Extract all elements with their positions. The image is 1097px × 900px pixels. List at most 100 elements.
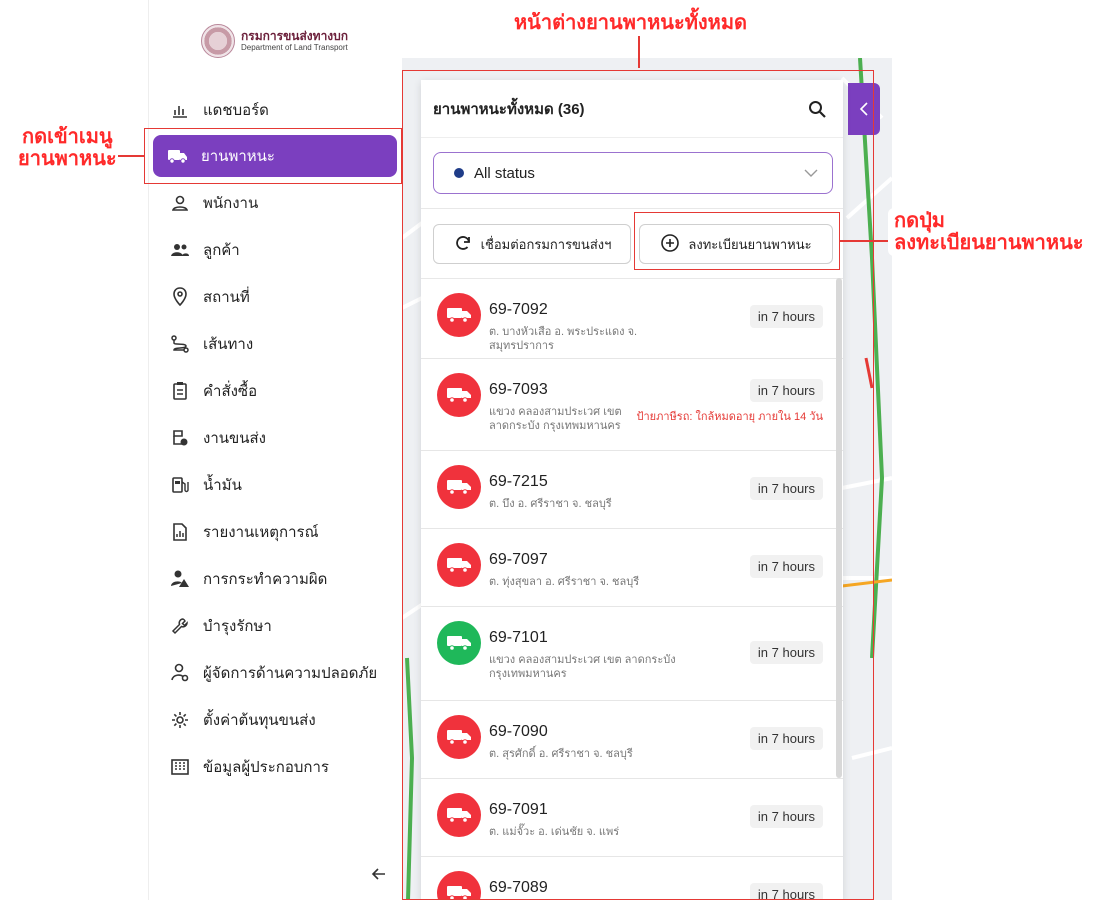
sync-dlt-label: เชื่อมต่อกรมการขนส่งฯ [480,236,612,252]
plus-circle-icon [660,233,680,256]
sidebar-item-label: ลูกค้า [203,241,240,259]
refresh-icon [453,233,473,256]
panel-title: ยานพาหนะทั้งหมด (36) [433,100,585,118]
collapse-sidebar-arrow-icon[interactable] [369,864,389,884]
sidebar-item-customers[interactable]: ลูกค้า [149,226,403,273]
vehicle-address: ต. ทุ่งสุขลา อ. ศรีราชา จ. ชลบุรี [489,576,640,588]
sidebar-item-shipping-cost-settings[interactable]: ตั้งค่าต้นทุนขนส่ง [149,696,403,743]
sidebar-item-safety-manager[interactable]: ผู้จัดการด้านความปลอดภัย [149,649,403,696]
vehicle-row[interactable]: 69-7093 แขวง คลองสามประเวศ เขต ลาดกระบัง … [421,359,843,451]
vehicle-row[interactable]: 69-7097 ต. ทุ่งสุขลา อ. ศรีราชา จ. ชลบุรี… [421,529,843,607]
wrench-icon [169,615,191,637]
sidebar-item-label: ตั้งค่าต้นทุนขนส่ง [203,711,316,729]
user-icon [169,192,191,214]
sidebar-item-label: ยานพาหนะ [201,148,275,165]
sidebar-item-places[interactable]: สถานที่ [149,273,403,320]
vehicle-address: แขวง คลองสามประเวศ เขต ลาดกระบัง กรุงเทพ… [489,654,676,680]
dlt-seal-icon [201,24,235,58]
logo-thai-text: กรมการขนส่งทางบก [241,29,349,43]
vehicles-panel: ยานพาหนะทั้งหมด (36) All status เชื่อมต่… [421,80,843,900]
sidebar-item-orders[interactable]: คำสั่งซื้อ [149,367,403,414]
vehicle-plate: 69-7089 [489,879,548,896]
truck-status-icon [437,543,481,587]
vehicle-row[interactable]: 69-7215 ต. บึง อ. ศรีราชา จ. ชลบุรี in 7 h… [421,451,843,529]
sidebar-item-operator-info[interactable]: ข้อมูลผู้ประกอบการ [149,743,403,790]
users-icon [169,239,191,261]
vehicle-row[interactable]: 69-7092 ต. บางหัวเสือ อ. พระประแดง จ. สมุ… [421,279,843,359]
vehicle-address: ต. บึง อ. ศรีราชา จ. ชลบุรี [489,498,612,510]
safety-manager-icon [169,662,191,684]
annotation-menu-label-line2: ยานพาหนะ [18,148,117,170]
truck-icon [167,145,189,167]
chevron-down-icon [804,165,818,182]
last-update-badge: in 7 hours [749,727,823,750]
sidebar-item-label: งานขนส่ง [203,429,266,447]
truck-status-icon [437,621,481,665]
vehicle-plate: 69-7101 [489,629,548,646]
delivery-icon [169,427,191,449]
register-vehicle-button[interactable]: ลงทะเบียนยานพาหนะ [639,224,833,264]
sidebar-item-routes[interactable]: เส้นทาง [149,320,403,367]
building-icon [169,756,191,778]
panel-toggle-tab[interactable] [848,83,880,135]
sidebar-item-employees[interactable]: พนักงาน [149,179,403,226]
vehicle-address: ต. แม่จั๊วะ อ. เด่นชัย จ. แพร่ [489,826,620,838]
sidebar-item-label: พนักงาน [203,194,259,212]
sidebar: กรมการขนส่งทางบก Department of Land Tran… [148,0,402,900]
vehicle-list-scrollbar[interactable] [836,278,842,778]
sidebar-item-label: การกระทำความผิด [203,570,328,588]
annotation-menu-label: กดเข้าเมนู ยานพาหนะ [12,124,123,172]
truck-status-icon [437,793,481,837]
status-filter-select[interactable]: All status [433,152,833,194]
sidebar-item-label: สถานที่ [203,288,250,306]
vehicle-plate: 69-7092 [489,301,548,318]
last-update-badge: in 7 hours [749,641,823,664]
sidebar-item-label: แดชบอร์ด [203,101,269,119]
sidebar-item-maintenance[interactable]: บำรุงรักษา [149,602,403,649]
truck-status-icon [437,293,481,337]
annotation-arrow [118,155,144,157]
vehicle-address: ต. บางหัวเสือ อ. พระประแดง จ. สมุทรปรากา… [489,326,638,352]
divider [421,208,843,209]
last-update-badge: in 7 hours [749,379,823,402]
dashboard-icon [169,99,191,121]
violation-icon [169,568,191,590]
vehicle-plate: 69-7090 [489,723,548,740]
sidebar-item-dashboard[interactable]: แดชบอร์ด [149,86,403,133]
annotation-button-label-line2: ลงทะเบียนยานพาหนะ [894,232,1084,254]
vehicle-row[interactable]: 69-7101 แขวง คลองสามประเวศ เขต ลาดกระบัง … [421,607,843,701]
sidebar-item-label: น้ำมัน [203,476,242,494]
vehicle-row[interactable]: 69-7090 ต. สุรศักดิ์ อ. ศรีราชา จ. ชลบุรี… [421,701,843,779]
sidebar-item-shipments[interactable]: งานขนส่ง [149,414,403,461]
register-vehicle-label: ลงทะเบียนยานพาหนะ [688,236,812,252]
panel-header: ยานพาหนะทั้งหมด (36) [421,80,843,138]
search-icon[interactable] [805,97,829,121]
status-filter-value: All status [474,164,535,182]
truck-status-icon [437,373,481,417]
annotation-menu-label-line1: กดเข้าเมนู [22,126,113,148]
vehicle-address: แขวง คลองสามประเวศ เขต ลาดกระบัง กรุงเทพ… [489,406,622,432]
tax-expiry-warning: ป้ายภาษีรถ: ใกล้หมดอายุ ภายใน 14 วัน [636,411,823,423]
vehicle-address: ต. สุรศักดิ์ อ. ศรีราชา จ. ชลบุรี [489,748,633,760]
gear-icon [169,709,191,731]
vehicle-plate: 69-7215 [489,473,548,490]
sidebar-item-violations[interactable]: การกระทำความผิด [149,555,403,602]
sidebar-item-label: ผู้จัดการด้านความปลอดภัย [203,664,378,682]
sidebar-item-fuel[interactable]: น้ำมัน [149,461,403,508]
last-update-badge: in 7 hours [749,477,823,500]
truck-status-icon [437,465,481,509]
vehicle-row[interactable]: 69-7089 in 7 hours [421,857,843,900]
sidebar-item-label: ข้อมูลผู้ประกอบการ [203,758,329,776]
truck-status-icon [437,871,481,900]
vehicle-row[interactable]: 69-7091 ต. แม่จั๊วะ อ. เด่นชัย จ. แพร่ in … [421,779,843,857]
annotation-arrow [638,36,640,68]
sidebar-item-vehicles[interactable]: ยานพาหนะ [153,135,397,177]
route-icon [169,333,191,355]
annotation-button-label: กดปุ่ม ลงทะเบียนยานพาหนะ [888,208,1090,256]
sidebar-item-label: คำสั่งซื้อ [203,382,258,400]
sidebar-menu: แดชบอร์ด ยานพาหนะ พนักงาน ลูกค้า สถานที่… [149,86,403,790]
annotation-window-label: หน้าต่างยานพาหนะทั้งหมด [508,10,754,36]
last-update-badge: in 7 hours [749,305,823,328]
sidebar-item-incident-report[interactable]: รายงานเหตุการณ์ [149,508,403,555]
sync-dlt-button[interactable]: เชื่อมต่อกรมการขนส่งฯ [433,224,631,264]
